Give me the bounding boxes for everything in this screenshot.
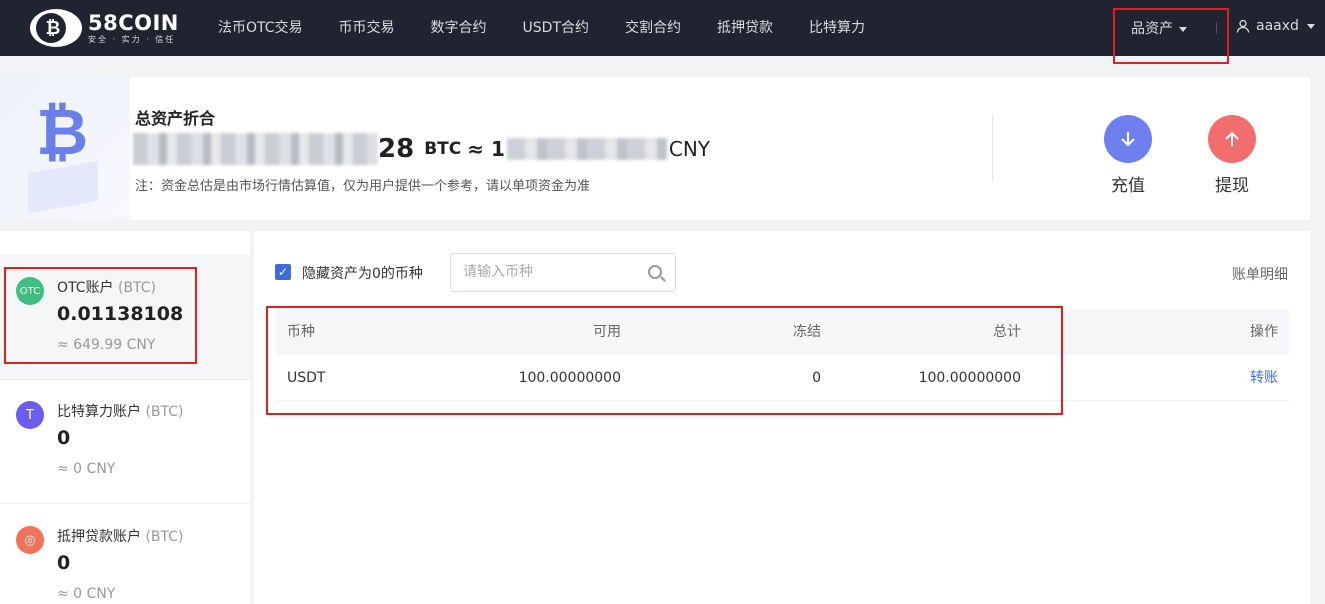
deposit-label: 充值 <box>1111 176 1145 196</box>
highlight-box-assets <box>1113 8 1229 64</box>
highlight-box-otc <box>4 267 197 364</box>
account-unit: (BTC) <box>145 404 184 420</box>
deposit-button[interactable]: 充值 <box>1098 115 1158 196</box>
nav-otc-trade[interactable]: 法币OTC交易 <box>200 0 321 56</box>
account-name: 抵押贷款账户 <box>57 529 141 545</box>
account-cny: ≈ 0 CNY <box>57 586 116 602</box>
nav-bit-hashrate[interactable]: 比特算力 <box>791 0 883 56</box>
highlight-box-table <box>266 306 1063 415</box>
logo-tagline: 安全 · 实力 · 信任 <box>88 34 176 44</box>
bitcoin-illustration-icon: ₿ <box>0 77 130 220</box>
caret-down-icon <box>1306 23 1315 29</box>
nav-coin-trade[interactable]: 币币交易 <box>321 0 413 56</box>
btc-amount-suffix: 28 <box>378 134 415 164</box>
account-name: 比特算力账户 <box>57 404 141 420</box>
user-menu[interactable]: aaaxd <box>1236 18 1315 34</box>
coin-search-input[interactable] <box>463 264 633 280</box>
account-cny: ≈ 0 CNY <box>57 461 116 477</box>
withdraw-button[interactable]: 提现 <box>1202 115 1262 196</box>
username: aaaxd <box>1256 18 1299 34</box>
nav-digital-contract[interactable]: 数字合约 <box>413 0 505 56</box>
arrow-up-icon <box>1208 115 1256 163</box>
loan-icon: ◎ <box>16 526 44 554</box>
main-nav: 法币OTC交易 币币交易 数字合约 USDT合约 交割合约 抵押贷款 比特算力 <box>200 0 883 56</box>
assets-panel: ✓ 隐藏资产为0的币种 账单明细 币种 可用 冻结 总计 操作 USDT 100… <box>254 231 1310 604</box>
arrow-down-icon <box>1104 115 1152 163</box>
user-icon <box>1236 19 1250 33</box>
summary-divider <box>992 115 993 181</box>
total-assets-title: 总资产折合 <box>135 109 216 128</box>
asset-summary-card: ₿ 总资产折合 28 BTC ≈ 1 CNY 注：资金总估是由市场行情估算值，仅… <box>0 77 1310 220</box>
account-item-hashrate[interactable]: T 比特算力账户 (BTC) 0 ≈ 0 CNY <box>0 379 250 503</box>
coin-search-box <box>450 253 676 292</box>
approx-prefix: ≈ 1 <box>467 137 505 161</box>
cny-unit: CNY <box>668 137 711 161</box>
account-unit: (BTC) <box>145 529 184 545</box>
btc-unit: BTC <box>424 139 462 159</box>
bill-details-link[interactable]: 账单明细 <box>1232 264 1288 284</box>
blurred-btc-amount <box>133 133 378 165</box>
hide-zero-checkbox[interactable]: ✓ <box>275 264 291 280</box>
nav-mortgage-loan[interactable]: 抵押贷款 <box>699 0 791 56</box>
col-action: 操作 <box>1250 324 1278 340</box>
bitcoin-logo-icon: ₿ <box>30 9 82 47</box>
estimate-note: 注：资金总估是由市场行情估算值，仅为用户提供一个参考，请以单项资金为准 <box>135 179 591 194</box>
nav-delivery-contract[interactable]: 交割合约 <box>607 0 699 56</box>
blurred-cny-amount <box>506 138 667 160</box>
search-icon[interactable] <box>648 265 662 279</box>
logo[interactable]: ₿ 58COIN 安全 · 实力 · 信任 <box>30 8 180 48</box>
total-assets-amount: 28 BTC ≈ 1 CNY <box>133 133 710 165</box>
account-amount: 0 <box>57 552 71 574</box>
account-item-loan[interactable]: ◎ 抵押贷款账户 (BTC) 0 ≈ 0 CNY <box>0 504 250 604</box>
hashrate-icon: T <box>16 401 44 429</box>
account-amount: 0 <box>57 427 71 449</box>
logo-name: 58COIN <box>88 10 179 35</box>
nav-usdt-contract[interactable]: USDT合约 <box>505 0 607 56</box>
transfer-link[interactable]: 转账 <box>1250 355 1278 401</box>
withdraw-label: 提现 <box>1215 176 1249 196</box>
hide-zero-label: 隐藏资产为0的币种 <box>302 266 423 282</box>
